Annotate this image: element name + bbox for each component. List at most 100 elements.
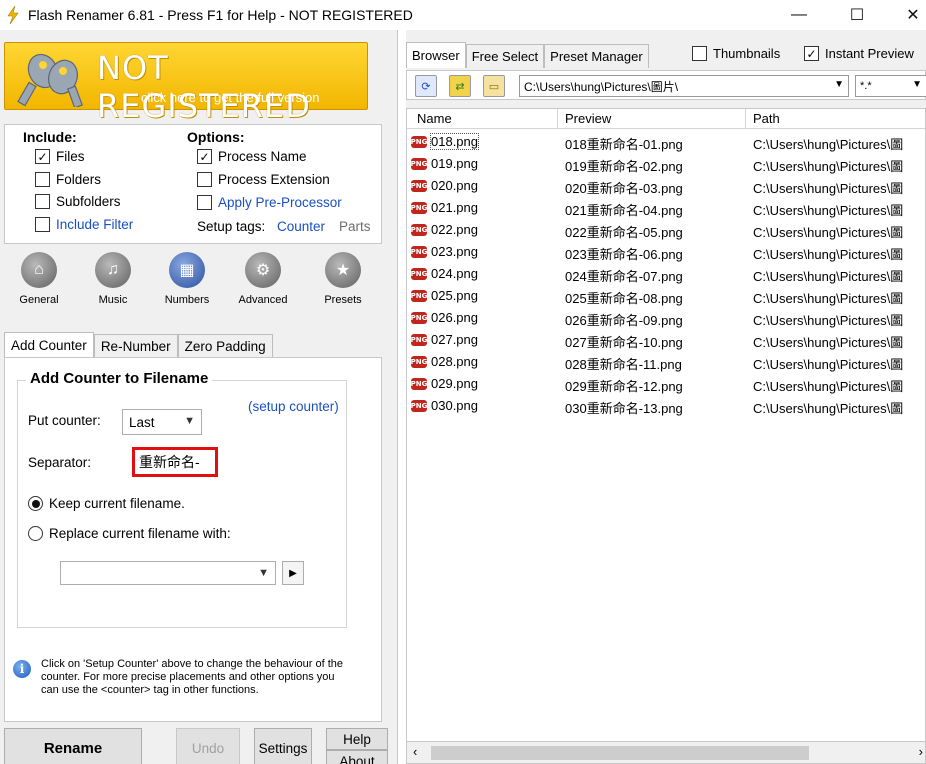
file-path: C:\Users\hung\Pictures\圖 [753,159,904,174]
scroll-left-icon[interactable]: ‹ [413,744,417,759]
file-path: C:\Users\hung\Pictures\圖 [753,225,904,240]
thumbnails-checkbox[interactable]: Thumbnails [692,46,780,61]
file-name: 030.png [431,398,478,413]
file-row[interactable]: PNG 026.png 026重新命名-09.png C:\Users\hung\Pi… [407,307,925,329]
path-input[interactable]: C:\Users\hung\Pictures\圖片\ ▼ [519,75,849,97]
checkbox-box: ✓ [804,46,819,61]
file-row[interactable]: PNG 028.png 028重新命名-11.png C:\Users\hung\Pi… [407,351,925,373]
chevron-down-icon: ▼ [912,79,922,90]
separator-input[interactable]: 重新命名- [132,447,218,477]
horizontal-scrollbar[interactable]: ‹ › [406,742,926,764]
about-button[interactable]: About [326,750,388,764]
tab-zero-padding[interactable]: Zero Padding [177,334,273,358]
folders-checkbox[interactable]: Folders [35,172,101,187]
file-row[interactable]: PNG 022.png 022重新命名-05.png C:\Users\hung\Pi… [407,219,925,241]
put-counter-select[interactable]: Last ▼ [122,409,202,435]
file-name: 029.png [431,376,478,391]
add-counter-group: Add Counter to Filename (setup counter) … [17,370,347,628]
tab-free-select[interactable]: Free Select [465,44,545,68]
keep-filename-radio[interactable]: Keep current filename. [28,496,185,511]
process-extension-checkbox[interactable]: Process Extension [197,172,330,187]
file-row[interactable]: PNG 027.png 027重新命名-10.png C:\Users\hung\Pi… [407,329,925,351]
browser-tabs: Browser Free Select Preset Manager [406,42,649,68]
folder-icon[interactable]: ▭ [483,75,505,97]
files-checkbox[interactable]: ✓ Files [35,149,85,164]
sync-icon[interactable]: ⇄ [449,75,471,97]
tab-re-number[interactable]: Re-Number [93,334,178,358]
file-preview: 026重新命名-09.png [565,313,683,328]
scrollbar-thumb[interactable] [431,746,809,760]
file-preview: 025重新命名-08.png [565,291,683,306]
settings-button[interactable]: Settings [254,728,312,764]
radio-circle [28,526,43,541]
file-path: C:\Users\hung\Pictures\圖 [753,137,904,152]
checkbox-box: ✓ [35,149,50,164]
replace-filename-input[interactable]: ▼ [60,561,276,585]
column-path[interactable]: Path [753,111,780,126]
file-row[interactable]: PNG 019.png 019重新命名-02.png C:\Users\hung\Pi… [407,153,925,175]
file-row[interactable]: PNG 018.png 018重新命名-01.png C:\Users\hung\Pi… [407,131,925,153]
png-file-icon: PNG [410,378,428,390]
browser-panel: Browser Free Select Preset Manager Thumb… [406,30,926,764]
category-music[interactable]: ♫ Music [82,252,144,306]
file-name: 019.png [431,156,478,171]
file-path: C:\Users\hung\Pictures\圖 [753,247,904,262]
column-name[interactable]: Name [417,111,452,126]
file-row[interactable]: PNG 024.png 024重新命名-07.png C:\Users\hung\Pi… [407,263,925,285]
png-file-icon: PNG [410,202,428,214]
minimize-button[interactable]: — [776,0,822,30]
tab-browser[interactable]: Browser [406,42,466,68]
file-path: C:\Users\hung\Pictures\圖 [753,269,904,284]
insert-tag-button[interactable]: ▶ [282,561,304,585]
process-name-checkbox[interactable]: ✓ Process Name [197,149,307,164]
help-button[interactable]: Help [326,728,388,750]
replace-filename-radio[interactable]: Replace current filename with: [28,526,231,541]
info-icon: i [13,660,31,678]
category-toolbar: ⌂ General ♫ Music ▦ Numbers ⚙ Advanced ★… [4,252,382,320]
calculator-icon: ▦ [169,252,205,288]
registration-banner[interactable]: NOT REGISTERED click here to get the ful… [4,42,368,125]
parts-link[interactable]: Parts [339,219,371,234]
file-row[interactable]: PNG 021.png 021重新命名-04.png C:\Users\hung\Pi… [407,197,925,219]
png-file-icon: PNG [410,356,428,368]
file-name: 028.png [431,354,478,369]
apply-preprocessor-checkbox[interactable]: Apply Pre-Processor [197,195,342,210]
setup-counter-link[interactable]: (setup counter) [248,399,339,414]
counter-link[interactable]: Counter [277,219,325,234]
category-numbers[interactable]: ▦ Numbers [156,252,218,306]
file-preview: 029重新命名-12.png [565,379,683,394]
file-mask-input[interactable]: *.* ▼ [855,75,926,97]
file-row[interactable]: PNG 029.png 029重新命名-12.png C:\Users\hung\Pi… [407,373,925,395]
maximize-button[interactable]: ☐ [834,0,880,30]
include-filter-checkbox[interactable]: Include Filter [35,217,133,232]
undo-button[interactable]: Undo [176,728,240,764]
close-button[interactable]: ✕ [890,0,926,30]
tab-add-counter[interactable]: Add Counter [4,332,94,358]
png-file-icon: PNG [410,136,428,148]
file-row[interactable]: PNG 023.png 023重新命名-06.png C:\Users\hung\Pi… [407,241,925,263]
file-name: 025.png [431,288,478,303]
chevron-down-icon: ▼ [834,79,844,90]
file-row[interactable]: PNG 025.png 025重新命名-08.png C:\Users\hung\Pi… [407,285,925,307]
info-box: i Click on 'Setup Counter' above to chan… [13,658,351,697]
refresh-icon[interactable]: ⟳ [415,75,437,97]
play-arrow-icon: ▶ [289,567,297,579]
file-name: 027.png [431,332,478,347]
file-name: 023.png [431,244,478,259]
column-preview[interactable]: Preview [565,111,611,126]
category-presets[interactable]: ★ Presets [312,252,374,306]
checkbox-box: ✓ [197,149,212,164]
include-options-box: Include: Options: ✓ Files Folders Subfol… [4,124,382,244]
scroll-right-icon[interactable]: › [919,744,923,759]
rename-button[interactable]: Rename [4,728,142,764]
category-general[interactable]: ⌂ General [8,252,70,306]
tab-preset-manager[interactable]: Preset Manager [544,44,649,68]
file-row[interactable]: PNG 030.png 030重新命名-13.png C:\Users\hung\Pi… [407,395,925,417]
category-advanced[interactable]: ⚙ Advanced [232,252,294,306]
instant-preview-checkbox[interactable]: ✓ Instant Preview [804,46,914,61]
subfolders-checkbox[interactable]: Subfolders [35,194,121,209]
checkbox-box [197,195,212,210]
path-bar: ⟳ ⇄ ▭ C:\Users\hung\Pictures\圖片\ ▼ *.* ▼ [406,70,926,100]
file-row[interactable]: PNG 020.png 020重新命名-03.png C:\Users\hung\Pi… [407,175,925,197]
png-file-icon: PNG [410,334,428,346]
